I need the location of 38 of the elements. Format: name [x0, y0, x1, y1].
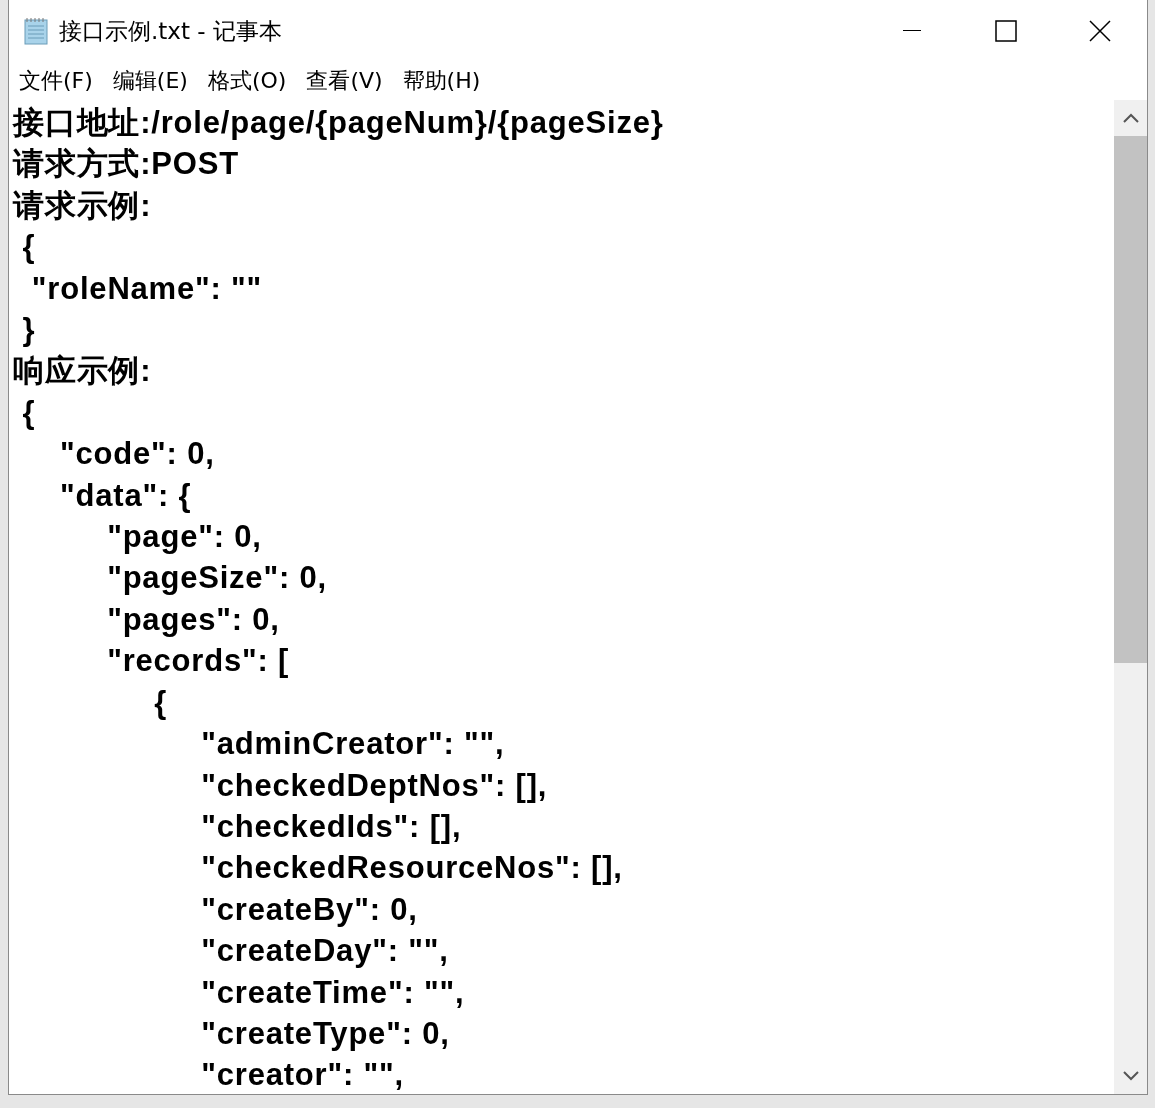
text-line: "creator": "",: [200, 1056, 404, 1094]
notepad-icon: [23, 16, 51, 46]
close-icon: [1089, 20, 1111, 42]
text-line: "createTime": "",: [200, 973, 465, 1012]
text-line: 响应示例:: [13, 352, 152, 391]
text-line: "page": 0,: [106, 518, 262, 557]
text-line: "createBy": 0,: [200, 890, 418, 929]
text-line: {: [21, 393, 36, 432]
text-line: "checkedDeptNos": [],: [200, 766, 548, 805]
text-line: "pages": 0,: [106, 600, 280, 639]
text-line: "checkedIds": [],: [200, 807, 462, 846]
chevron-up-icon: [1122, 113, 1139, 123]
text-line: "createDay": "",: [200, 932, 449, 971]
text-line: {: [21, 228, 36, 267]
chevron-down-icon: [1122, 1071, 1139, 1081]
text-line: }: [21, 311, 36, 350]
menu-item[interactable]: 格式(O): [201, 66, 301, 96]
window-title: 接口示例.txt - 记事本: [59, 16, 283, 46]
text-line: "pageSize": 0,: [106, 559, 327, 598]
minimize-icon: [903, 30, 921, 32]
text-line: 请求方式:POST: [13, 145, 239, 184]
menu-item[interactable]: 查看(V): [300, 66, 397, 96]
text-line: "roleName": "": [30, 269, 263, 308]
menu-item[interactable]: 帮助(H): [396, 66, 495, 96]
text-line: "adminCreator": "",: [200, 725, 505, 764]
text-line: "records": [: [106, 642, 290, 681]
text-line: "data": {: [59, 476, 192, 515]
text-line: "code": 0,: [59, 435, 215, 474]
menu-item[interactable]: 文件(F): [13, 66, 107, 96]
scrollbar[interactable]: [1114, 100, 1147, 1094]
maximize-icon: [995, 20, 1017, 42]
text-line: "checkedResourceNos": [],: [200, 849, 623, 888]
text-line: "createType": 0,: [200, 1014, 450, 1053]
menu-item[interactable]: 编辑(E): [106, 66, 202, 96]
scrollbar-thumb[interactable]: [1114, 136, 1147, 663]
text-line: {: [153, 683, 168, 722]
text-line: 接口地址:/role/page/{pageNum}/{pageSize}: [13, 104, 664, 142]
text-line: 请求示例:: [13, 186, 152, 225]
